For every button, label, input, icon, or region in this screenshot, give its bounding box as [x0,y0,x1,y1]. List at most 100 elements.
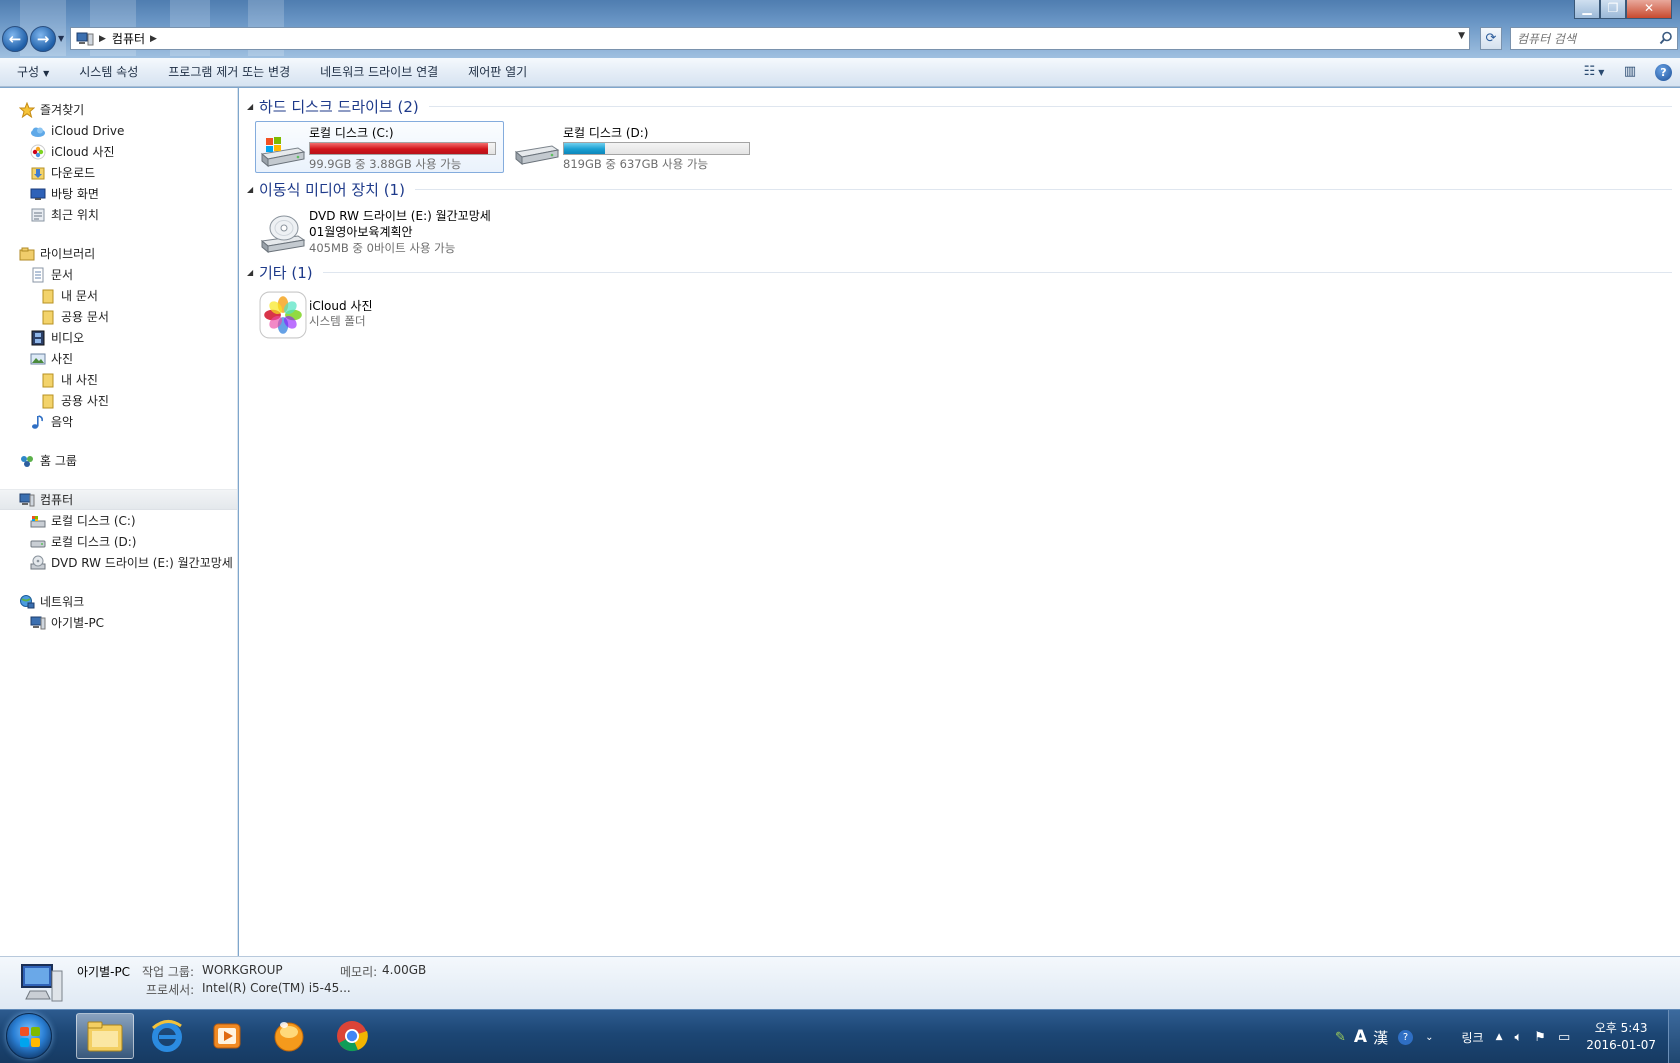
internet-explorer-icon [152,1020,182,1052]
back-button[interactable]: ← [2,26,28,52]
taskbar-chrome-button[interactable] [323,1013,381,1059]
chrome-icon [337,1021,368,1052]
system-drive-icon [260,137,306,168]
ime-help-icon[interactable]: ? [1398,1029,1414,1045]
favorites-group: 즐겨찾기 iCloud Drive iCloud 사진 다운로드 바탕 화면 최… [0,99,237,225]
preview-pane-button[interactable]: ▥ [1619,62,1641,82]
help-icon[interactable]: ? [1655,63,1672,81]
nav-network-pc[interactable]: 아기별-PC [0,612,237,633]
search-input[interactable] [1517,29,1657,49]
nav-my-pictures[interactable]: 내 사진 [0,369,237,390]
network-status-icon[interactable]: ▭ [1558,1030,1570,1045]
nav-downloads[interactable]: 다운로드 [0,162,237,183]
ime-options-icon[interactable]: ⌄ [1425,1032,1433,1043]
photos-flower-icon [30,144,46,159]
nav-videos[interactable]: 비디오 [0,327,237,348]
nav-public-pictures[interactable]: 공용 사진 [0,390,237,411]
close-button[interactable]: ✕ [1626,0,1672,19]
open-control-panel-button[interactable]: 제어판 열기 [453,58,542,87]
group-title: 이동식 미디어 장치 (1) [259,180,405,199]
nav-local-disk-c[interactable]: 로컬 디스크 (C:) [0,510,237,531]
nav-recent-places[interactable]: 최근 위치 [0,204,237,225]
homegroup-group: 홈 그룹 [0,450,237,471]
title-bar: ▁ ❐ ✕ ← → ▼ ▶ 컴퓨터 ▶ ▼ ⟳ [0,0,1680,58]
drive-name: DVD RW 드라이브 (E:) 월간꼬망세 [309,209,491,223]
taskbar-ie-button[interactable] [138,1013,196,1059]
action-center-flag-icon[interactable]: ⚑ [1534,1030,1546,1045]
nav-libraries[interactable]: 라이브러리 [0,243,237,264]
desktop-icon [30,188,46,200]
taskbar-app-button[interactable] [260,1013,318,1059]
nav-network[interactable]: 네트워크 [0,591,237,612]
taskbar-media-player-button[interactable] [198,1013,256,1059]
breadcrumb-separator[interactable]: ▶ [99,34,106,44]
show-hidden-icons-icon[interactable]: ▲ [1496,1032,1503,1042]
drive-tile-e[interactable]: DVD RW 드라이브 (E:) 월간꼬망세 01월영아보육계획안 405MB … [255,204,505,260]
show-desktop-button[interactable] [1668,1010,1680,1063]
nav-computer[interactable]: 컴퓨터 [0,489,237,510]
details-pane: 아기별-PC 작업 그룹: WORKGROUP 메모리: 4.00GB 프로세서… [0,956,1680,1009]
icloud-photos-tile[interactable]: iCloud 사진 시스템 폴더 [255,287,405,339]
group-header-other[interactable]: ◢ 기타 (1) [247,262,1672,282]
orange-app-icon [274,1022,304,1052]
nav-icloud-photos[interactable]: iCloud 사진 [0,141,237,162]
nav-my-documents[interactable]: 내 문서 [0,285,237,306]
clock-date: 2016-01-07 [1586,1038,1656,1052]
maximize-button[interactable]: ❐ [1600,0,1626,19]
nav-icloud-drive[interactable]: iCloud Drive [0,120,237,141]
group-header-removable[interactable]: ◢ 이동식 미디어 장치 (1) [247,179,1672,199]
collapse-triangle-icon[interactable]: ◢ [247,268,259,277]
map-network-drive-button[interactable]: 네트워크 드라이브 연결 [305,58,453,87]
nav-music[interactable]: 음악 [0,411,237,432]
address-dropdown-icon[interactable]: ▼ [1458,31,1465,41]
nav-local-disk-d[interactable]: 로컬 디스크 (D:) [0,531,237,552]
collapse-triangle-icon[interactable]: ◢ [247,185,259,194]
minimize-button[interactable]: ▁ [1574,0,1600,19]
links-toolbar-label[interactable]: 링크 [1461,1029,1483,1046]
nav-pictures[interactable]: 사진 [0,348,237,369]
nav-desktop[interactable]: 바탕 화면 [0,183,237,204]
uninstall-program-button[interactable]: 프로그램 제거 또는 변경 [153,58,305,87]
organize-button[interactable]: 구성 ▼ [0,58,64,87]
memory-value: 4.00GB [382,963,427,977]
address-bar[interactable]: ▶ 컴퓨터 ▶ ▼ [70,27,1470,50]
ime-hanja-indicator[interactable]: 漢 [1373,1027,1388,1048]
nav-label: iCloud 사진 [51,145,115,159]
system-tray: ✎ A 漢 ? ⌄ 링크 ▲ 🔈︎ ⚑ ▭ 오후 5:43 2016-01-07 [1329,1010,1680,1063]
folder-icon [42,310,54,324]
star-icon [19,101,35,118]
forward-button[interactable]: → [30,26,56,52]
volume-icon[interactable]: 🔈︎ [1514,1030,1522,1045]
nav-homegroup[interactable]: 홈 그룹 [0,450,237,471]
search-icon[interactable] [1659,31,1673,45]
search-box[interactable] [1510,27,1678,50]
nav-public-documents[interactable]: 공용 문서 [0,306,237,327]
refresh-button[interactable]: ⟳ [1480,27,1502,50]
system-drive-icon [30,515,46,527]
taskbar-clock[interactable]: 오후 5:43 2016-01-07 [1586,1020,1656,1054]
history-dropdown[interactable]: ▼ [58,34,64,43]
media-player-icon [213,1023,241,1049]
item-name: iCloud 사진 [309,299,373,313]
ime-mode-indicator[interactable]: A [1354,1027,1367,1047]
nav-label: 바탕 화면 [51,187,99,201]
change-view-button[interactable]: ☷ ▼ [1583,62,1605,82]
nav-favorites[interactable]: 즐겨찾기 [0,99,237,120]
drive-tile-c[interactable]: 로컬 디스크 (C:) 99.9GB 중 3.88GB 사용 가능 [255,121,504,173]
nav-documents[interactable]: 문서 [0,264,237,285]
start-button[interactable] [6,1013,52,1059]
system-properties-button[interactable]: 시스템 속성 [64,58,153,87]
breadcrumb-computer[interactable]: 컴퓨터 [112,30,145,47]
drive-tile-d[interactable]: 로컬 디스크 (D:) 819GB 중 637GB 사용 가능 [509,121,774,173]
taskbar-explorer-button[interactable] [76,1013,134,1059]
computer-icon [21,964,63,1002]
nav-dvd-drive[interactable]: DVD RW 드라이브 (E:) 월간꼬망세 [0,552,237,573]
breadcrumb-separator[interactable]: ▶ [150,34,157,44]
ime-tool-icon[interactable]: ✎ [1335,1030,1346,1045]
nav-label: 네트워크 [40,595,85,609]
drive-space-info: 405MB 중 0바이트 사용 가능 [309,241,456,255]
nav-label: 사진 [51,352,74,366]
collapse-triangle-icon[interactable]: ◢ [247,102,259,111]
group-header-hdd[interactable]: ◢ 하드 디스크 드라이브 (2) [247,96,1672,116]
nav-label: 로컬 디스크 (C:) [51,514,136,528]
